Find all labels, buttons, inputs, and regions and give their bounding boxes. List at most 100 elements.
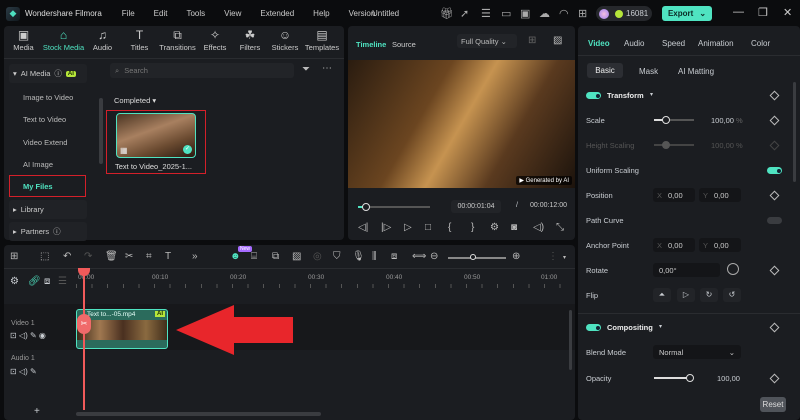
add-icon[interactable]: +	[34, 406, 40, 417]
tab-animation[interactable]: Animation	[698, 39, 734, 48]
mic-icon[interactable]: 🎙︎	[352, 251, 365, 262]
anchor-x-input[interactable]: X 0,00	[653, 238, 695, 252]
fullscreen-icon[interactable]: ⤡	[556, 222, 564, 233]
tab-audio[interactable]: ♫ Audio	[84, 28, 121, 52]
sidebar-item-my-files[interactable]: My Files	[23, 182, 53, 191]
progress-knob[interactable]	[362, 203, 370, 211]
render-icon[interactable]: ⚙	[490, 222, 499, 233]
play-icon[interactable]: ▷	[404, 222, 412, 233]
export-button[interactable]: Export ⌄	[662, 6, 712, 21]
tab-audio-props[interactable]: Audio	[624, 39, 644, 48]
scale-slider[interactable]	[654, 116, 694, 124]
layout-icon[interactable]: ▭	[501, 7, 511, 20]
properties-scrollbar[interactable]	[793, 82, 796, 182]
media-thumbnail[interactable]: ▦ ✓	[116, 113, 196, 158]
shield-icon[interactable]: ⛉	[333, 251, 341, 262]
snapshot-icon[interactable]: ◙	[511, 222, 517, 233]
tab-color[interactable]: Color	[751, 39, 770, 48]
minimize-icon[interactable]: —	[733, 6, 744, 18]
layout-icon[interactable]: ⊞	[10, 251, 18, 262]
playhead[interactable]	[83, 268, 85, 410]
scissors-icon[interactable]: ✂	[125, 251, 133, 262]
tab-stock-media[interactable]: ⌂ Stock Media	[43, 28, 84, 52]
tab-filters[interactable]: ☘ Filters	[233, 28, 267, 52]
mark-in-icon[interactable]: {	[448, 222, 451, 233]
opacity-slider[interactable]	[654, 374, 694, 382]
rocket-icon[interactable]: ➚	[460, 7, 469, 20]
close-icon[interactable]: ✕	[783, 6, 792, 19]
more-tools-icon[interactable]: »	[192, 251, 198, 262]
tab-video[interactable]: Video	[588, 39, 610, 48]
sidebar-scrollbar[interactable]	[99, 98, 103, 164]
sidebar-group-library[interactable]: ▸ Library	[9, 200, 87, 219]
ai-copilot-icon[interactable]: ☻	[230, 251, 241, 262]
uniform-scaling-toggle[interactable]	[767, 167, 782, 174]
zoom-slider[interactable]	[448, 254, 506, 260]
search-input[interactable]: ⌕ Search	[110, 63, 294, 78]
text-icon[interactable]: T	[165, 251, 171, 262]
rotate-dial[interactable]	[727, 263, 739, 275]
quality-dropdown[interactable]: Full Quality ⌄	[457, 34, 517, 48]
position-x-input[interactable]: X 0,00	[653, 188, 695, 202]
tab-transitions[interactable]: ⧉ Transitions	[158, 28, 197, 52]
avatar[interactable]	[599, 8, 609, 19]
tab-media[interactable]: ▣ Media	[4, 28, 43, 52]
menu-file[interactable]: File	[122, 9, 135, 18]
sidebar-group-ai-media[interactable]: ▾ AI Media ⓘ AI	[9, 64, 87, 83]
credits-badge[interactable]: 16081	[596, 6, 652, 21]
tab-titles[interactable]: T Titles	[121, 28, 158, 52]
apps-icon[interactable]: ⊞	[578, 7, 587, 20]
grid-icon[interactable]: ⊞	[528, 35, 536, 46]
filter-icon[interactable]: ⏷	[302, 64, 310, 75]
fit-icon[interactable]: ⟺	[412, 251, 426, 262]
sidebar-item-text-to-video[interactable]: Text to Video	[23, 115, 66, 124]
transform-toggle[interactable]	[586, 92, 601, 99]
scissors-icon[interactable]: ✂	[77, 314, 91, 334]
track-height-icon[interactable]: ⋮	[548, 251, 558, 262]
rotate-input[interactable]: 0,00°	[653, 263, 720, 277]
opacity-value[interactable]: 100,00	[717, 374, 740, 383]
timeline-scrollbar[interactable]	[76, 412, 321, 416]
track-manage-icon[interactable]: ⧈	[44, 276, 50, 287]
tab-stickers[interactable]: ☺ Stickers	[267, 28, 303, 52]
volume-icon[interactable]: ◁)	[533, 222, 544, 233]
tab-speed[interactable]: Speed	[662, 39, 685, 48]
zoom-in-icon[interactable]: ⊕	[512, 251, 520, 262]
sidebar-item-ai-image[interactable]: AI Image	[23, 160, 53, 169]
tab-source[interactable]: Source	[392, 40, 416, 49]
next-frame-icon[interactable]: |▷	[381, 222, 391, 233]
mark-out-icon[interactable]: }	[471, 222, 474, 233]
prev-frame-icon[interactable]: ◁|	[358, 222, 368, 233]
menu-tools[interactable]: Tools	[186, 9, 205, 18]
menu-view[interactable]: View	[224, 9, 241, 18]
menu-edit[interactable]: Edit	[154, 9, 168, 18]
mixer-icon[interactable]: ⫼	[372, 251, 377, 262]
split-icon[interactable]: ⌸	[251, 251, 257, 262]
speed-icon[interactable]: ◎	[313, 251, 322, 262]
rotate-right-icon[interactable]: ↻	[700, 288, 718, 302]
delete-icon[interactable]: 🗑︎	[105, 251, 118, 262]
position-y-input[interactable]: Y 0,00	[699, 188, 741, 202]
sidebar-item-video-extend[interactable]: Video Extend	[23, 138, 67, 147]
slider-knob[interactable]	[470, 254, 476, 260]
current-time[interactable]: 00:00:01:04	[451, 200, 501, 213]
audio-track-controls-icon[interactable]: ⊡ ◁) ✎	[10, 367, 37, 376]
link-icon[interactable]: 🔗︎	[28, 276, 41, 287]
select-icon[interactable]: ⬚	[40, 251, 49, 262]
replace-icon[interactable]: ⧈	[391, 251, 397, 262]
caret-down-icon[interactable]: ▾	[659, 323, 662, 330]
subtab-ai-matting[interactable]: AI Matting	[678, 67, 714, 76]
track-scrollbar[interactable]	[569, 310, 572, 370]
compositing-toggle[interactable]	[586, 324, 601, 331]
image-icon[interactable]: ▨	[553, 35, 562, 46]
stop-icon[interactable]: □	[425, 222, 431, 233]
crop-icon[interactable]: ⌗	[146, 251, 152, 262]
subtab-mask[interactable]: Mask	[639, 67, 658, 76]
blend-mode-dropdown[interactable]: Normal ⌄	[653, 345, 741, 359]
menu-help[interactable]: Help	[313, 9, 329, 18]
flip-horizontal-icon[interactable]: ▷	[677, 288, 695, 302]
settings-icon[interactable]: ⚙	[10, 276, 19, 287]
sidebar-item-image-to-video[interactable]: Image to Video	[23, 93, 73, 102]
scale-value[interactable]: 100,00 %	[711, 116, 743, 125]
gift-icon[interactable]: 🎁︎	[440, 7, 454, 20]
